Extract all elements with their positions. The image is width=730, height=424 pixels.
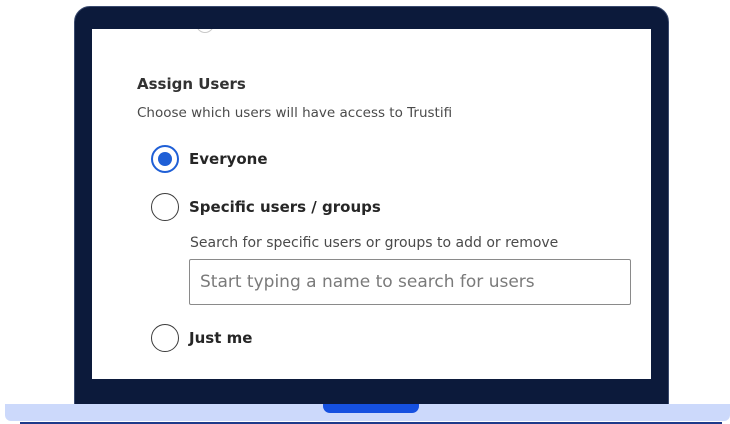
assign-users-title: Assign Users — [137, 75, 246, 93]
radio-unselected-icon[interactable] — [151, 193, 179, 221]
radio-option-everyone[interactable]: Everyone — [151, 144, 268, 174]
radio-label-specific-users: Specific users / groups — [189, 198, 381, 216]
radio-selected-icon[interactable] — [151, 145, 179, 173]
radio-label-just-me: Just me — [189, 329, 253, 347]
cropped-icon — [196, 29, 214, 33]
radio-option-specific-users[interactable]: Specific users / groups — [151, 192, 381, 222]
radio-option-just-me[interactable]: Just me — [151, 323, 252, 353]
assign-users-description: Choose which users will have access to T… — [137, 105, 453, 121]
radio-label-everyone: Everyone — [189, 150, 268, 168]
laptop-screen: Assign Users Choose which users will hav… — [92, 29, 651, 379]
laptop-notch — [323, 404, 419, 413]
radio-unselected-icon[interactable] — [151, 324, 179, 352]
search-help-text: Search for specific users or groups to a… — [190, 235, 559, 251]
user-search-input[interactable] — [189, 259, 631, 305]
